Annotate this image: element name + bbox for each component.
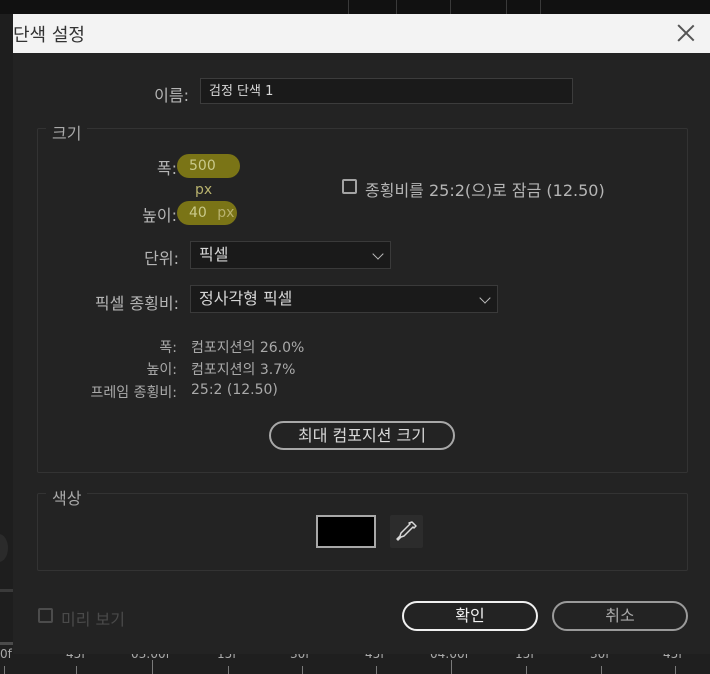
ruler-tick [302,666,303,674]
info-frame-aspect-value: 25:2 (12.50) [191,382,278,398]
info-width-value: 컴포지션의 26.0% [191,337,304,357]
color-swatch[interactable] [316,515,376,548]
ruler-label: 0f [0,647,12,661]
info-height-pct: 3.7% [259,362,296,378]
ruler-tick [228,666,229,674]
unit-label: 단위: [144,249,179,268]
preview-checkbox[interactable] [38,608,53,623]
cancel-button[interactable]: 취소 [552,601,688,631]
pixel-aspect-label: 픽셀 종횡비: [94,294,179,313]
make-comp-size-button[interactable]: 최대 컴포지션 크기 [269,421,455,450]
height-input[interactable]: 40 px [177,201,237,225]
info-height-value: 컴포지션의 3.7% [191,359,295,379]
chevron-down-icon [479,292,491,304]
width-label: 폭: [156,159,177,178]
eyedropper-button[interactable] [390,515,423,548]
ruler-tick [451,660,452,674]
width-input[interactable]: 500 px [177,154,240,198]
pixel-aspect-select[interactable]: 정사각형 픽셀 [190,285,498,313]
ruler-tick [601,666,602,674]
unit-value: 픽셀 [199,245,229,264]
info-height-prefix: 컴포지션의 [191,362,256,378]
info-width-label: 폭: [159,340,177,356]
close-icon[interactable] [676,23,696,43]
lock-aspect-label: 종횡비를 25:2(으)로 잠금 (12.50) [365,181,605,200]
info-width-pct: 26.0% [259,340,305,356]
ok-button[interactable]: 확인 [402,601,538,631]
ruler-tick [4,666,5,674]
panel-divider [348,0,349,14]
info-width-prefix: 컴포지션의 [191,340,256,356]
background-divider [0,589,13,592]
dialog-title: 단색 설정 [13,25,85,46]
panel-divider [506,0,507,14]
background-panel-top [0,0,710,14]
ruler-tick [526,666,527,674]
ruler-tick [376,666,377,674]
ruler-tick [76,666,77,674]
eyedropper-icon [396,521,417,541]
preview-label: 미리 보기 [61,610,125,629]
chevron-down-icon [372,248,384,260]
info-height-label: 높이: [146,362,177,378]
dialog-titlebar[interactable]: 단색 설정 [13,14,710,53]
lock-aspect-checkbox[interactable] [342,179,357,194]
size-group-title: 크기 [46,120,88,144]
panel-divider [396,0,397,14]
height-unit: px [217,205,235,221]
unit-select[interactable]: 픽셀 [190,241,391,269]
ruler-tick [152,660,153,674]
background-panel-left [0,14,13,654]
name-label: 이름: [154,86,189,105]
height-label: 높이: [142,206,177,225]
color-group-title: 색상 [46,485,88,509]
width-value: 500 [189,158,216,174]
panel-divider [450,0,451,14]
height-value: 40 [189,205,207,221]
background-knob [0,534,8,562]
solid-settings-dialog: 단색 설정 이름: 검정 단색 1 크기 폭: 500 px 높이: 40 px… [13,14,710,654]
info-frame-aspect-label: 프레임 종횡비: [90,385,177,401]
pixel-aspect-value: 정사각형 픽셀 [199,289,293,308]
name-input[interactable]: 검정 단색 1 [200,78,573,104]
panel-divider [540,0,541,14]
width-unit: px [195,182,213,198]
ruler-tick [675,666,676,674]
